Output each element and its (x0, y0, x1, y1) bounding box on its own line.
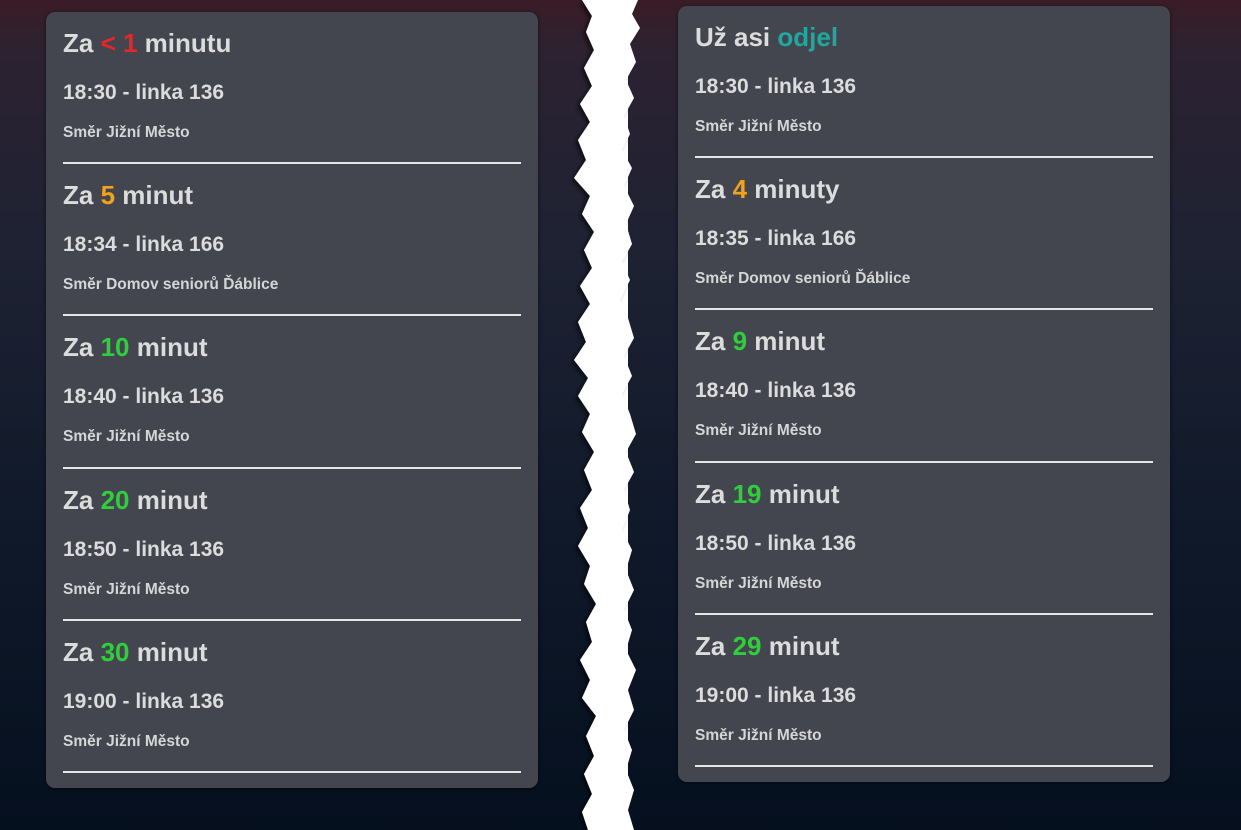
departure-row: Za 19 minut 18:50 - linka 136 Směr Jižní… (695, 463, 1153, 615)
countdown-value: 5 (100, 180, 116, 211)
countdown-prefix: Za (63, 636, 101, 667)
departure-row: Za 4 minuty 18:35 - linka 166 Směr Domov… (695, 158, 1153, 311)
countdown-suffix: minut (761, 630, 840, 661)
departure-time-line: 19:00 - linka 136 (695, 683, 857, 707)
departure-time-line: 18:34 - linka 166 (63, 233, 225, 257)
departure-row: Za 20 minut 18:50 - linka 136 Směr Jižní… (63, 469, 521, 621)
departure-row: Za < 1 minutu 18:30 - linka 136 Směr Již… (63, 12, 521, 165)
departure-countdown: Už asi odjel (695, 22, 838, 53)
countdown-prefix: Už asi (695, 22, 778, 52)
countdown-prefix: Za (63, 180, 101, 211)
countdown-prefix: Za (63, 28, 101, 58)
countdown-suffix: minut (761, 478, 840, 509)
countdown-prefix: Za (695, 630, 733, 661)
countdown-suffix: minuty (747, 174, 840, 205)
departure-row: Za 9 minut 18:40 - linka 136 Směr Jižní … (695, 310, 1153, 463)
countdown-prefix: Za (63, 484, 101, 515)
departure-direction: Směr Jižní Město (695, 118, 822, 135)
departure-direction: Směr Jižní Město (695, 574, 822, 592)
departure-time-line: 18:30 - linka 136 (695, 75, 857, 98)
departure-direction: Směr Jižní Město (695, 422, 822, 440)
departure-direction: Směr Jižní Město (63, 580, 190, 598)
departures-card-left: Za < 1 minutu 18:30 - linka 136 Směr Již… (46, 12, 538, 788)
departure-time-line: 18:30 - linka 136 (63, 81, 225, 104)
countdown-suffix: minut (747, 326, 826, 357)
departure-row: Za 5 minut 18:34 - linka 166 Směr Domov … (63, 164, 521, 317)
departure-countdown: Za 29 minut (695, 631, 840, 662)
departure-countdown: Za 5 minut (63, 180, 193, 211)
countdown-suffix: minut (129, 484, 208, 515)
departure-direction: Směr Jižní Město (695, 726, 822, 744)
departure-direction: Směr Jižní Město (63, 124, 190, 141)
departure-time-line: 18:40 - linka 136 (63, 385, 225, 409)
countdown-value: 19 (732, 478, 762, 509)
countdown-value: 9 (732, 326, 748, 357)
departure-time-line: 18:50 - linka 136 (63, 537, 225, 561)
departure-direction: Směr Domov seniorů Ďáblice (63, 276, 279, 294)
departure-direction: Směr Jižní Město (63, 428, 190, 446)
departure-time-line: 18:40 - linka 136 (695, 379, 857, 403)
countdown-prefix: Za (63, 332, 101, 363)
countdown-value: 30 (100, 636, 130, 667)
departure-row: Za 29 minut 19:00 - linka 136 Směr Jižní… (695, 615, 1153, 767)
departure-time-line: 18:50 - linka 136 (695, 531, 857, 555)
countdown-suffix: minut (129, 332, 208, 363)
countdown-suffix: minut (115, 180, 194, 211)
countdown-suffix: minut (129, 636, 208, 667)
departure-countdown: Za 20 minut (63, 485, 208, 516)
departure-row: Za 30 minut 19:00 - linka 136 Směr Jižní… (63, 621, 521, 773)
departure-time-line: 19:00 - linka 136 (63, 689, 225, 713)
left-screenshot-half: Za < 1 minutu 18:30 - linka 136 Směr Již… (0, 0, 598, 830)
countdown-prefix: Za (695, 174, 733, 205)
departure-countdown: Za 30 minut (63, 637, 208, 668)
departure-time-line: 18:35 - linka 166 (695, 227, 857, 251)
departure-countdown: Za 19 minut (695, 479, 840, 510)
departure-countdown: Za 4 minuty (695, 174, 840, 205)
countdown-value: odjel (777, 22, 839, 52)
right-screenshot-half: Už asi odjel 18:30 - linka 136 Směr Jižn… (628, 0, 1241, 830)
departure-row: Už asi odjel 18:30 - linka 136 Směr Jižn… (695, 6, 1153, 159)
countdown-prefix: Za (695, 326, 733, 357)
countdown-value: < 1 (100, 28, 138, 58)
departure-direction: Směr Domov seniorů Ďáblice (695, 270, 911, 288)
departure-row: Za 10 minut 18:40 - linka 136 Směr Jižní… (63, 316, 521, 469)
countdown-value: 10 (100, 332, 130, 363)
countdown-value: 4 (732, 174, 748, 205)
countdown-value: 20 (100, 484, 130, 515)
countdown-value: 29 (732, 630, 762, 661)
countdown-suffix: minutu (137, 28, 232, 58)
departure-countdown: Za 10 minut (63, 332, 208, 363)
countdown-prefix: Za (695, 478, 733, 509)
departure-countdown: Za < 1 minutu (63, 28, 231, 59)
departures-card-right: Už asi odjel 18:30 - linka 136 Směr Jižn… (678, 6, 1170, 782)
departure-countdown: Za 9 minut (695, 326, 825, 357)
departure-direction: Směr Jižní Město (63, 732, 190, 750)
